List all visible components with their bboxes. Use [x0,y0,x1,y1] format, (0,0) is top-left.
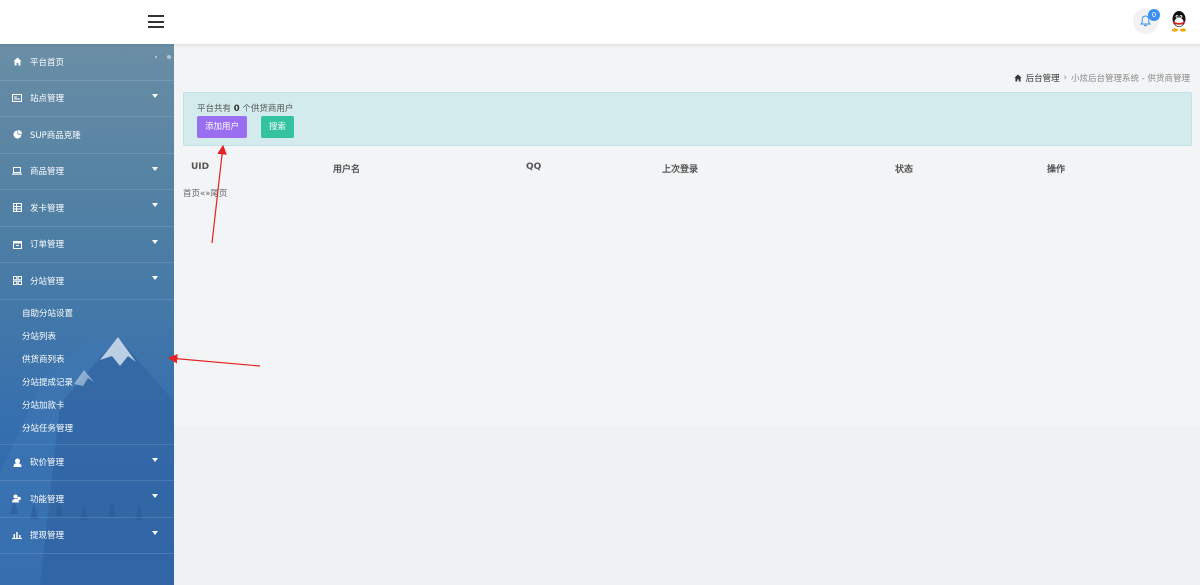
sidebar-item-card-management[interactable]: 发卡管理 [0,190,174,227]
column-header-last-login: 上次登录 [662,165,699,175]
column-header-uid: UID [191,162,210,172]
breadcrumb-home-label: 后台管理 [1025,74,1060,84]
notification-button[interactable]: 0 [1133,8,1160,34]
chevron-down-icon [152,203,158,207]
sidebar-item-product-management[interactable]: 商品管理 [0,154,174,190]
pie-chart-icon [12,130,22,140]
chevron-down-icon [152,530,158,535]
top-bar: 0 [0,0,1200,44]
table-icon [12,203,22,213]
indicator-dot [167,55,171,59]
breadcrumb-home-link[interactable]: 后台管理 [1014,72,1060,84]
submenu-item-self-service-substation[interactable]: 自助分站设置 [0,303,174,326]
site-icon [12,93,22,103]
breadcrumb: 后台管理 › 小炫后台管理系统 - 供货商管理 [1014,72,1190,84]
sidebar-item-label: 平台首页 [30,57,65,68]
supplier-count-suffix: 个供货商用户 [242,104,294,114]
user-icon [12,457,22,467]
sidebar-item-label: 分站管理 [30,276,65,287]
column-header-actions: 操作 [1047,165,1066,175]
submenu-item-task-management[interactable]: 分站任务管理 [0,418,174,441]
supplier-count-prefix: 平台共有 [197,104,232,114]
submenu-item-substation-list[interactable]: 分站列表 [0,326,174,349]
sidebar-menu: 平台首页 站点管理 SUP商品克隆 商品管理 发卡管理 订单管理 分站管理 自助… [0,44,174,554]
substation-submenu: 自助分站设置 分站列表 供货商列表 分站提成记录 分站加款卡 分站任务管理 [0,300,174,445]
grid-icon [12,276,22,286]
breadcrumb-current: 小炫后台管理系统 - 供货商管理 [1071,74,1190,84]
chevron-down-icon [152,276,158,280]
pager-last[interactable]: 尾页 [210,189,227,199]
sidebar-item-sup-clone[interactable]: SUP商品克隆 [0,117,174,154]
sidebar-item-label: SUP商品克隆 [30,130,81,141]
chevron-down-icon [152,457,158,462]
qq-avatar-icon[interactable] [1170,10,1188,32]
notification-count-badge: 0 [1148,9,1160,21]
bar-chart-icon [12,530,22,540]
users-icon [12,494,22,504]
submenu-item-recharge-card[interactable]: 分站加款卡 [0,395,174,418]
home-icon [1014,74,1022,82]
sidebar-item-label: 订单管理 [30,240,65,251]
sidebar-item-label: 站点管理 [30,94,65,105]
menu-toggle-icon[interactable] [148,15,164,28]
calendar-icon [12,239,22,249]
chevron-down-icon [152,239,158,244]
sidebar-item-home[interactable]: 平台首页 [0,44,174,81]
sidebar-item-label: 功能管理 [30,494,65,505]
column-header-status: 状态 [895,165,914,175]
column-header-qq: QQ [526,162,542,172]
content-panel: 后台管理 › 小炫后台管理系统 - 供货商管理 平台共有 0 个供货商用户 添加… [174,44,1200,427]
sidebar-item-site-management[interactable]: 站点管理 [0,81,174,117]
sidebar-item-label: 发卡管理 [30,203,65,214]
sidebar-item-substation-management[interactable]: 分站管理 [0,263,174,300]
sidebar-item-order-management[interactable]: 订单管理 [0,227,174,263]
chevron-down-icon [152,166,158,171]
chevron-down-icon [152,494,158,498]
submenu-item-commission-records[interactable]: 分站提成记录 [0,372,174,395]
submenu-item-supplier-list[interactable]: 供货商列表 [0,349,174,372]
sidebar-item-label: 砍价管理 [30,458,65,469]
supplier-count-alert: 平台共有 0 个供货商用户 添加用户 搜索 [183,92,1192,146]
add-user-button[interactable]: 添加用户 [197,116,248,138]
sidebar-item-label: 提现管理 [30,531,65,542]
sidebar-item-withdraw-management[interactable]: 提现管理 [0,518,174,554]
sidebar: 平台首页 站点管理 SUP商品克隆 商品管理 发卡管理 订单管理 分站管理 自助… [0,44,174,585]
breadcrumb-separator: › [1063,73,1068,83]
sidebar-item-feature-management[interactable]: 功能管理 [0,481,174,518]
supplier-count-value: 0 [233,104,240,114]
laptop-icon [12,166,22,176]
sidebar-item-label: 商品管理 [30,167,65,178]
chevron-down-icon [152,93,158,98]
pagination: 首页«»尾页 [183,187,227,199]
home-icon [12,57,22,67]
column-header-username: 用户名 [333,165,361,175]
sidebar-item-bargain-management[interactable]: 砍价管理 [0,445,174,481]
search-button[interactable]: 搜索 [261,116,295,138]
indicator-dot [155,56,157,58]
supplier-count-text: 平台共有 0 个供货商用户 [197,102,293,114]
pager-first[interactable]: 首页 [183,189,200,199]
main-content: 后台管理 › 小炫后台管理系统 - 供货商管理 平台共有 0 个供货商用户 添加… [174,44,1200,585]
